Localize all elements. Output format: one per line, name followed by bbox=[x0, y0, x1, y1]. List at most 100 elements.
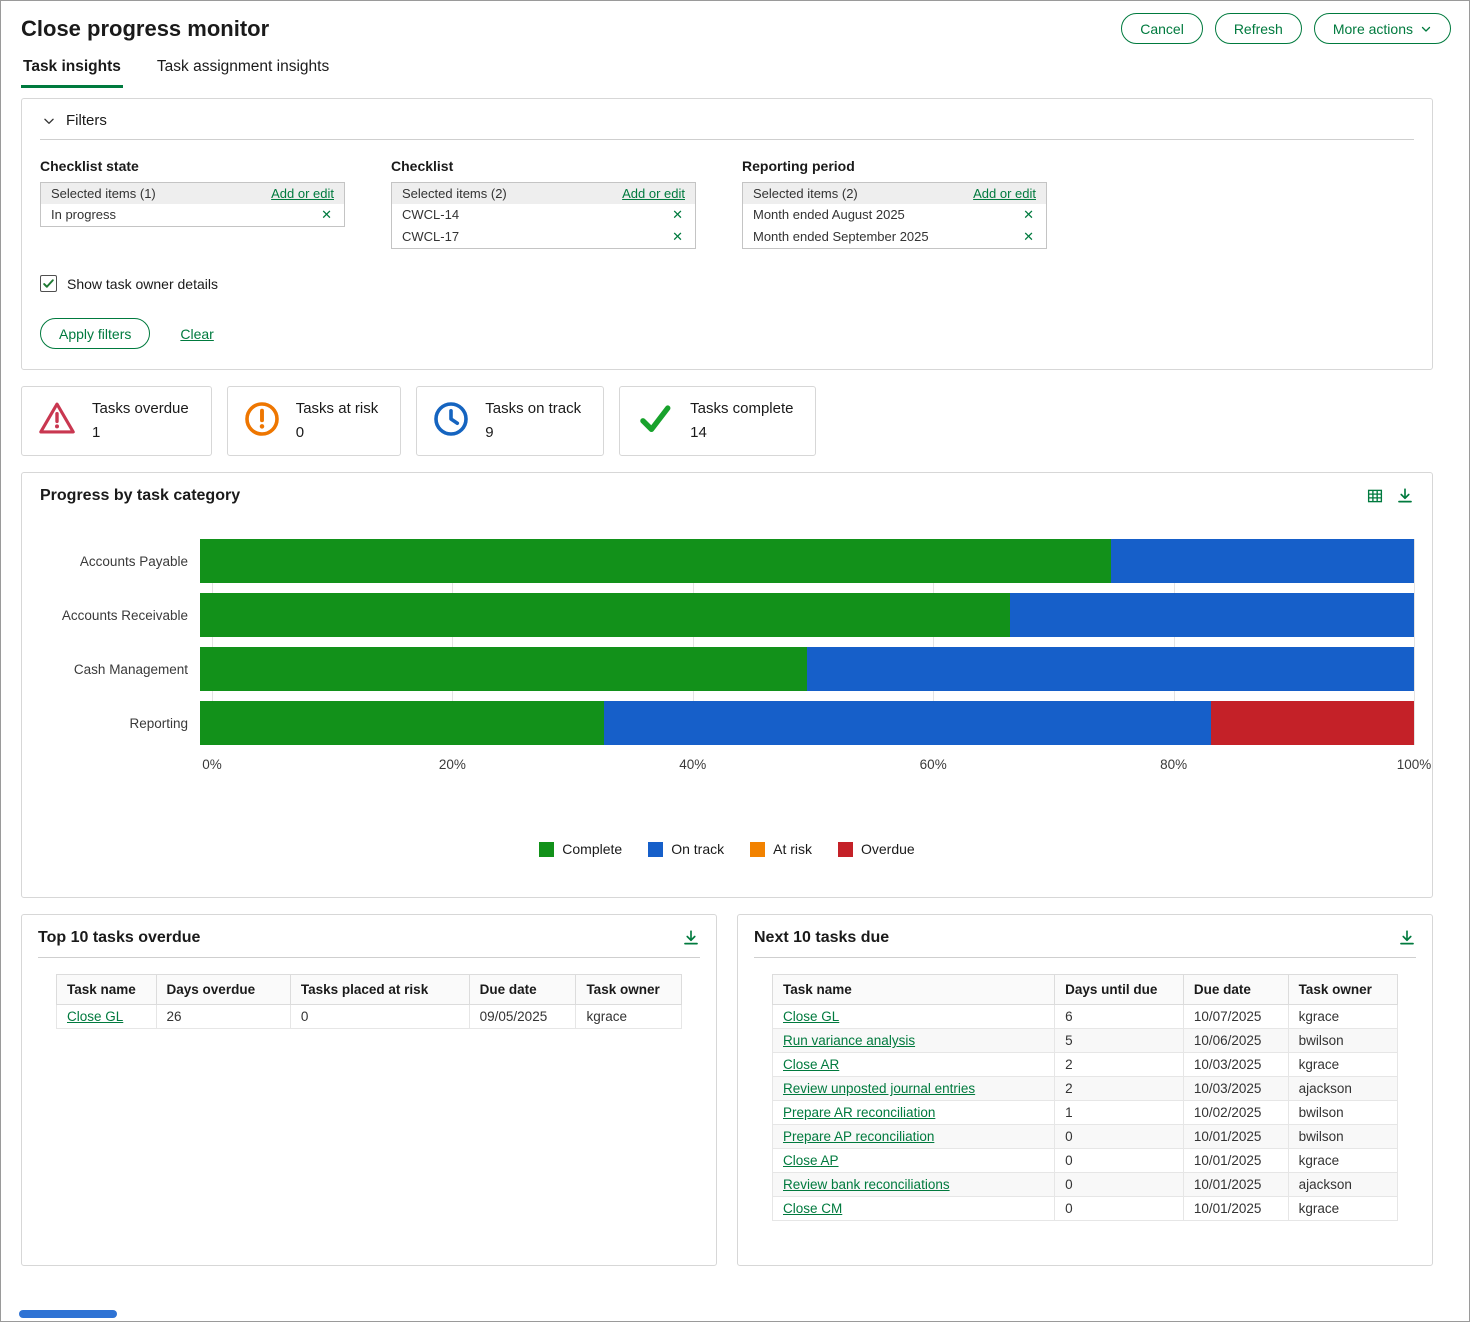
stat-value: 0 bbox=[296, 424, 379, 441]
task-name-link[interactable]: Review bank reconciliations bbox=[783, 1177, 950, 1192]
add-or-edit-link[interactable]: Add or edit bbox=[973, 186, 1036, 201]
column-header: Task owner bbox=[576, 975, 682, 1005]
legend-item: Complete bbox=[539, 841, 622, 857]
table-cell: 10/03/2025 bbox=[1183, 1077, 1288, 1101]
table-row: Review unposted journal entries210/03/20… bbox=[773, 1077, 1398, 1101]
filter-group-label: Checklist state bbox=[40, 158, 345, 174]
task-name-link[interactable]: Close GL bbox=[67, 1009, 123, 1024]
selected-items-header: Selected items (2)Add or edit bbox=[392, 183, 695, 204]
chart-segment-complete bbox=[200, 593, 1010, 637]
stat-label: Tasks on track bbox=[485, 400, 581, 417]
add-or-edit-link[interactable]: Add or edit bbox=[271, 186, 334, 201]
due-tasks-panel: Next 10 tasks due Task nameDays until du… bbox=[737, 914, 1433, 1266]
table-row: Close CM010/01/2025kgrace bbox=[773, 1197, 1398, 1221]
legend-item: Overdue bbox=[838, 841, 915, 857]
task-name-link[interactable]: Close AP bbox=[783, 1153, 839, 1168]
add-or-edit-link[interactable]: Add or edit bbox=[622, 186, 685, 201]
task-name-link[interactable]: Close AR bbox=[783, 1057, 839, 1072]
checkbox-check-icon bbox=[42, 277, 55, 290]
tab-task-assignment-insights[interactable]: Task assignment insights bbox=[155, 50, 331, 88]
legend-label: Complete bbox=[562, 841, 622, 857]
table-cell: Prepare AR reconciliation bbox=[773, 1101, 1055, 1125]
tab-bar: Task insights Task assignment insights bbox=[1, 50, 1469, 88]
legend-swatch bbox=[838, 842, 853, 857]
selected-item: Month ended August 2025 ✕ bbox=[743, 204, 1046, 226]
stat-text: Tasks overdue1 bbox=[92, 400, 189, 441]
task-name-link[interactable]: Close GL bbox=[783, 1009, 839, 1024]
selected-item-label: Month ended August 2025 bbox=[753, 207, 905, 222]
selected-items-header: Selected items (2) Add or edit bbox=[743, 183, 1046, 204]
selected-item: Month ended September 2025✕ bbox=[743, 226, 1046, 248]
chart-gridline bbox=[1414, 539, 1415, 745]
task-name-link[interactable]: Review unposted journal entries bbox=[783, 1081, 975, 1096]
task-name-link[interactable]: Close CM bbox=[783, 1201, 842, 1216]
chart-category-label: Cash Management bbox=[40, 662, 200, 677]
stat-value: 9 bbox=[485, 424, 581, 441]
task-name-link[interactable]: Run variance analysis bbox=[783, 1033, 915, 1048]
table-view-icon[interactable] bbox=[1366, 487, 1384, 505]
remove-item-icon[interactable]: ✕ bbox=[1021, 208, 1036, 221]
remove-item-icon[interactable]: ✕ bbox=[1021, 230, 1036, 243]
table-cell: 0 bbox=[1055, 1173, 1184, 1197]
table-cell: 09/05/2025 bbox=[469, 1005, 576, 1029]
table-cell: 26 bbox=[156, 1005, 290, 1029]
chart-row: Reporting bbox=[40, 701, 1414, 745]
download-icon[interactable] bbox=[682, 929, 700, 947]
download-icon[interactable] bbox=[1396, 487, 1414, 505]
refresh-button[interactable]: Refresh bbox=[1215, 13, 1302, 44]
show-task-owner-checkbox[interactable]: Show task owner details bbox=[40, 275, 218, 292]
table-cell: Close GL bbox=[773, 1005, 1055, 1029]
table-cell: kgrace bbox=[1288, 1149, 1397, 1173]
table-cell: 0 bbox=[1055, 1197, 1184, 1221]
overdue-tasks-table: Task nameDays overdueTasks placed at ris… bbox=[56, 974, 682, 1029]
table-cell: kgrace bbox=[576, 1005, 682, 1029]
filter-groups: Checklist stateSelected items (1)Add or … bbox=[40, 158, 1414, 249]
chart-row: Accounts Payable bbox=[40, 539, 1414, 583]
filter-group: Checklist stateSelected items (1)Add or … bbox=[40, 158, 345, 249]
filter-group-label: Checklist bbox=[391, 158, 696, 174]
page-title: Close progress monitor bbox=[21, 16, 269, 42]
table-row: Close AP010/01/2025kgrace bbox=[773, 1149, 1398, 1173]
remove-item-icon[interactable]: ✕ bbox=[319, 208, 334, 221]
table-cell: bwilson bbox=[1288, 1029, 1397, 1053]
table-cell: Review bank reconciliations bbox=[773, 1173, 1055, 1197]
selected-items-count: Selected items (2) bbox=[753, 186, 858, 201]
selected-item-label: CWCL-17 bbox=[402, 229, 459, 244]
chevron-down-icon bbox=[42, 114, 56, 128]
remove-item-icon[interactable]: ✕ bbox=[670, 208, 685, 221]
clear-filters-link[interactable]: Clear bbox=[180, 326, 213, 342]
task-name-link[interactable]: Prepare AP reconciliation bbox=[783, 1129, 934, 1144]
table-cell: 10/03/2025 bbox=[1183, 1053, 1288, 1077]
exclamation-circle-icon bbox=[244, 401, 280, 437]
more-actions-button[interactable]: More actions bbox=[1314, 13, 1451, 44]
stat-card: Tasks at risk0 bbox=[227, 386, 402, 456]
header-actions: Cancel Refresh More actions bbox=[1121, 13, 1451, 44]
cancel-button[interactable]: Cancel bbox=[1121, 13, 1203, 44]
filters-collapse-toggle[interactable]: Filters bbox=[40, 99, 1414, 140]
table-cell: Review unposted journal entries bbox=[773, 1077, 1055, 1101]
apply-filters-button[interactable]: Apply filters bbox=[40, 318, 150, 349]
table-cell: Close AR bbox=[773, 1053, 1055, 1077]
table-cell: 10/07/2025 bbox=[1183, 1005, 1288, 1029]
selected-item-label: CWCL-14 bbox=[402, 207, 459, 222]
chart-category-label: Accounts Receivable bbox=[40, 608, 200, 623]
table-header-row: Task nameDays overdueTasks placed at ris… bbox=[57, 975, 682, 1005]
table-cell: 10/06/2025 bbox=[1183, 1029, 1288, 1053]
remove-item-icon[interactable]: ✕ bbox=[670, 230, 685, 243]
selected-items-box: Selected items (2) Add or edit Month ended… bbox=[742, 182, 1047, 249]
table-cell: kgrace bbox=[1288, 1197, 1397, 1221]
table-cell: Close GL bbox=[57, 1005, 157, 1029]
axis-tick-label: 100% bbox=[1397, 757, 1432, 772]
table-cell: 6 bbox=[1055, 1005, 1184, 1029]
legend-swatch bbox=[750, 842, 765, 857]
axis-tick-label: 80% bbox=[1160, 757, 1187, 772]
table-cell: 10/02/2025 bbox=[1183, 1101, 1288, 1125]
column-header: Due date bbox=[469, 975, 576, 1005]
show-task-owner-label: Show task owner details bbox=[67, 276, 218, 292]
download-icon[interactable] bbox=[1398, 929, 1416, 947]
filter-actions: Apply filters Clear bbox=[40, 318, 1414, 349]
task-name-link[interactable]: Prepare AR reconciliation bbox=[783, 1105, 935, 1120]
column-header: Days until due bbox=[1055, 975, 1184, 1005]
tab-task-insights[interactable]: Task insights bbox=[21, 50, 123, 88]
horizontal-scrollbar-thumb[interactable] bbox=[19, 1310, 117, 1318]
